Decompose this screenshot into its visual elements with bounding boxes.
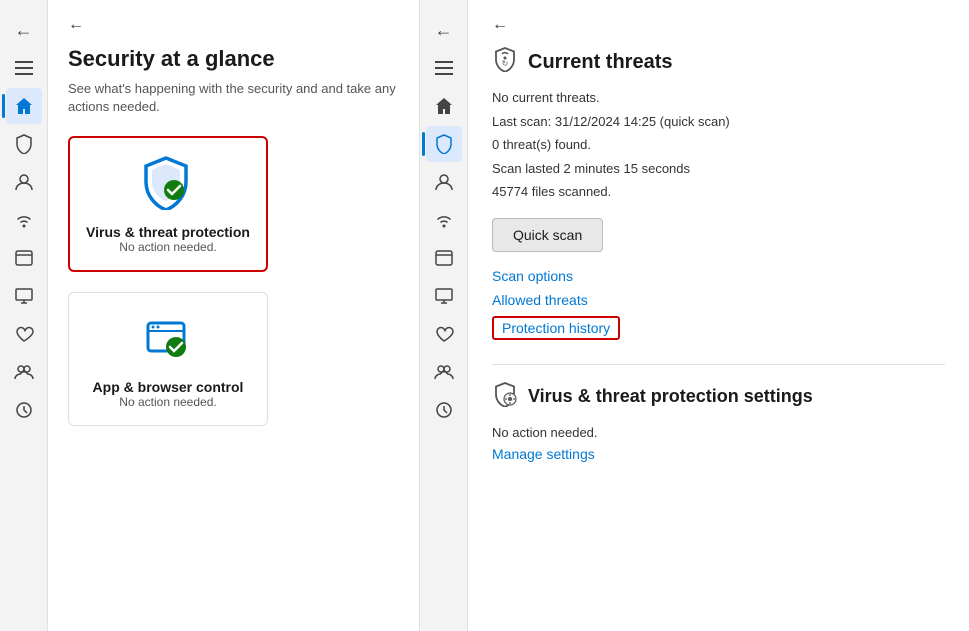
quick-scan-button[interactable]: Quick scan: [492, 218, 603, 252]
left-nav-wifi[interactable]: [6, 202, 42, 238]
manage-settings-link[interactable]: Manage settings: [492, 446, 945, 462]
left-nav-group[interactable]: [6, 354, 42, 390]
threat-settings-title: Virus & threat protection settings: [528, 386, 813, 407]
left-nav-monitor[interactable]: [6, 278, 42, 314]
right-sidebar: ←: [420, 0, 468, 631]
right-nav-shield[interactable]: [426, 126, 462, 162]
virus-shield-icon: [138, 154, 198, 214]
right-nav-health[interactable]: [426, 316, 462, 352]
left-nav-window[interactable]: [6, 240, 42, 276]
left-panel-back[interactable]: ←: [68, 16, 399, 34]
left-sidebar: ←: [0, 0, 48, 631]
no-threats-text: No current threats.: [492, 88, 945, 108]
files-scanned-text: 45774 files scanned.: [492, 182, 945, 202]
current-threats-title: Current threats: [528, 51, 672, 74]
right-panel-back[interactable]: ←: [492, 16, 945, 34]
protection-history-link[interactable]: Protection history: [492, 316, 620, 340]
current-threats-icon: ↻: [492, 46, 518, 78]
threat-settings-icon: [492, 381, 518, 413]
page-title: Security at a glance: [68, 46, 399, 72]
right-nav-wifi[interactable]: [426, 202, 462, 238]
left-panel: ← Security at a glance See what's happen…: [48, 0, 420, 631]
app-card-title: App & browser control: [93, 379, 244, 395]
left-nav-health[interactable]: [6, 316, 42, 352]
left-nav-home[interactable]: [6, 88, 42, 124]
right-nav-home[interactable]: [426, 88, 462, 124]
left-nav-history[interactable]: [6, 392, 42, 428]
app-browser-icon: [138, 309, 198, 369]
section-divider: [492, 364, 945, 365]
app-card[interactable]: App & browser control No action needed.: [68, 292, 268, 426]
scan-options-link[interactable]: Scan options: [492, 268, 945, 284]
last-scan-text: Last scan: 31/12/2024 14:25 (quick scan): [492, 112, 945, 132]
virus-card[interactable]: Virus & threat protection No action need…: [68, 136, 268, 272]
right-nav-window[interactable]: [426, 240, 462, 276]
allowed-threats-link[interactable]: Allowed threats: [492, 292, 945, 308]
threats-found-text: 0 threat(s) found.: [492, 135, 945, 155]
virus-card-title: Virus & threat protection: [86, 224, 250, 240]
app-card-subtitle: No action needed.: [119, 395, 216, 409]
right-nav-user[interactable]: [426, 164, 462, 200]
right-nav-monitor[interactable]: [426, 278, 462, 314]
left-nav-back[interactable]: ←: [6, 12, 42, 48]
scan-duration-text: Scan lasted 2 minutes 15 seconds: [492, 159, 945, 179]
no-action-text: No action needed.: [492, 423, 945, 443]
left-nav-user[interactable]: [6, 164, 42, 200]
current-threats-header: ↻ Current threats: [492, 46, 945, 78]
svg-text:↻: ↻: [502, 59, 509, 68]
right-panel: ← ↻ Current threats No current threats. …: [468, 0, 969, 631]
right-nav-hamburger[interactable]: [426, 50, 462, 86]
page-subtitle: See what's happening with the security a…: [68, 80, 399, 116]
right-nav-history[interactable]: [426, 392, 462, 428]
right-nav-group[interactable]: [426, 354, 462, 390]
left-nav-shield[interactable]: [6, 126, 42, 162]
right-nav-back[interactable]: ←: [426, 12, 462, 48]
left-nav-hamburger[interactable]: [6, 50, 42, 86]
virus-card-subtitle: No action needed.: [119, 240, 216, 254]
threat-settings-header: Virus & threat protection settings: [492, 381, 945, 413]
